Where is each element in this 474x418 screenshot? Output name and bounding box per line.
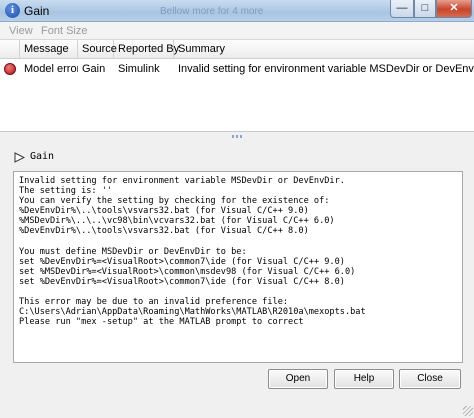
menu-view[interactable]: View xyxy=(9,25,33,37)
cell-source: Gain xyxy=(82,63,106,75)
column-header-source[interactable]: Source xyxy=(78,40,117,59)
column-header-message[interactable]: Message xyxy=(20,40,78,59)
menu-bar: View Font Size xyxy=(0,22,474,40)
cell-reported-by: Simulink xyxy=(118,63,160,75)
gain-block-icon xyxy=(14,152,25,163)
details-pane: Gain Invalid setting for environment var… xyxy=(0,142,474,418)
details-header-label: Gain xyxy=(30,151,55,162)
table-row[interactable]: Model error Gain Simulink Invalid settin… xyxy=(0,60,474,78)
help-button[interactable]: Help xyxy=(334,369,394,389)
cell-summary: Invalid setting for environment variable… xyxy=(178,63,474,75)
close-button[interactable]: Close xyxy=(399,369,461,389)
splitter-grip-icon[interactable] xyxy=(232,135,244,138)
pane-splitter[interactable] xyxy=(0,132,474,142)
close-window-button[interactable]: ✕ xyxy=(436,0,472,18)
column-header-icon xyxy=(0,40,20,59)
menu-font-size[interactable]: Font Size xyxy=(41,25,87,37)
resize-grip-icon[interactable] xyxy=(463,406,473,416)
details-text-area[interactable]: Invalid setting for environment variable… xyxy=(13,171,463,363)
info-icon: i xyxy=(5,3,20,18)
background-window-text: Bellow more for 4 more xyxy=(160,6,264,17)
column-header-reported-by[interactable]: Reported By xyxy=(114,40,179,59)
title-bar: i Gain Bellow more for 4 more — □ ✕ xyxy=(0,0,474,22)
message-table: Message Source Reported By Summary Model… xyxy=(0,40,474,172)
open-button[interactable]: Open xyxy=(268,369,328,389)
error-icon xyxy=(4,63,16,75)
maximize-button[interactable]: □ xyxy=(414,0,436,18)
error-details-text: Invalid setting for environment variable… xyxy=(19,176,366,328)
column-header-summary[interactable]: Summary xyxy=(174,40,474,59)
cell-message: Model error xyxy=(24,63,78,75)
table-header: Message Source Reported By Summary xyxy=(0,40,474,59)
minimize-button[interactable]: — xyxy=(390,0,414,18)
window-title: Gain xyxy=(24,4,50,18)
